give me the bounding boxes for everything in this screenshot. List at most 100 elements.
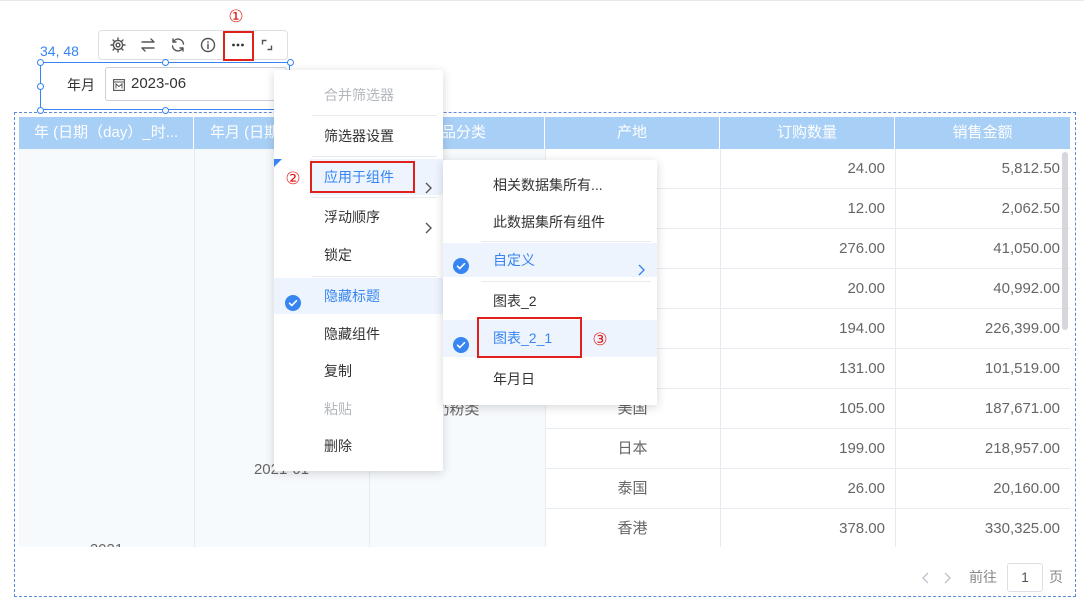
filter-title: 年月	[67, 77, 95, 93]
quantity-cell: 276.00	[839, 240, 885, 257]
quantity-cell: 131.00	[839, 360, 885, 377]
amount-cell: 40,992.00	[993, 280, 1060, 297]
component-toolbar	[98, 30, 288, 60]
check-icon	[285, 288, 301, 311]
menu-item-label: 粘贴	[324, 401, 352, 417]
info-icon[interactable]	[197, 34, 219, 56]
collapse-icon[interactable]	[256, 34, 278, 56]
menu-item-lock[interactable]: 锁定	[274, 237, 443, 273]
annotation-step-1: ①	[228, 7, 244, 26]
menu-item-label: 复制	[324, 363, 352, 379]
menu-item-delete[interactable]: 删除	[274, 428, 443, 464]
page-unit-label: 页	[1049, 569, 1063, 585]
quantity-cell: 378.00	[839, 520, 885, 537]
amount-cell: 226,399.00	[984, 320, 1060, 337]
menu-item-hide-component[interactable]: 隐藏组件	[274, 316, 443, 352]
header-label: 年月 (日期	[210, 124, 280, 141]
highlight-box-apply-to-components	[310, 161, 415, 193]
table-header-quantity[interactable]: 订购数量	[720, 117, 895, 149]
chevron-right-icon	[637, 254, 645, 276]
chevron-right-icon	[424, 171, 432, 194]
menu-item-label: 合并筛选器	[324, 87, 394, 103]
submenu-item-year-month-day[interactable]: 年月日	[443, 361, 657, 397]
refresh-icon[interactable]	[167, 34, 189, 56]
menu-item-label: 锁定	[324, 247, 352, 263]
table-row[interactable]: 泰国 26.00 20,160.00	[545, 469, 1070, 509]
menu-item-label: 自定义	[493, 252, 535, 268]
header-label: 品分类	[441, 124, 487, 141]
header-label: 销售金额	[952, 124, 1013, 141]
header-label: 年 (日期（day）_时...	[34, 124, 179, 141]
menu-divider	[481, 281, 651, 282]
prev-page-icon[interactable]	[921, 571, 931, 584]
resize-handle[interactable]	[37, 107, 44, 114]
menu-item-paste: 粘贴	[274, 391, 443, 427]
resize-handle[interactable]	[37, 59, 44, 66]
chevron-right-icon	[424, 211, 432, 234]
menu-item-filter-settings[interactable]: 筛选器设置	[274, 118, 443, 154]
vertical-scrollbar[interactable]	[1062, 152, 1068, 330]
check-icon	[453, 330, 469, 353]
goto-label: 前往	[969, 569, 997, 585]
amount-cell: 2,062.50	[1001, 200, 1060, 217]
annotation-step-2: ②	[285, 169, 301, 188]
gear-icon[interactable]	[107, 34, 129, 56]
submenu-item-related-dataset[interactable]: 相关数据集所有...	[443, 167, 657, 203]
menu-item-label: 隐藏标题	[324, 288, 380, 304]
quantity-cell: 199.00	[839, 440, 885, 457]
menu-divider	[312, 115, 437, 116]
menu-divider	[312, 156, 437, 157]
resize-handle[interactable]	[287, 59, 294, 66]
resize-handle[interactable]	[162, 59, 169, 66]
menu-item-label: 图表_2	[493, 293, 537, 309]
menu-item-label: 筛选器设置	[324, 128, 394, 144]
amount-cell: 101,519.00	[984, 360, 1060, 377]
menu-item-float-order[interactable]: 浮动顺序	[274, 199, 443, 235]
table-header-amount[interactable]: 销售金额	[895, 117, 1070, 149]
quantity-cell: 194.00	[839, 320, 885, 337]
resize-handle[interactable]	[162, 107, 169, 114]
menu-item-label: 年月日	[493, 371, 535, 387]
amount-cell: 187,671.00	[984, 400, 1060, 417]
amount-cell: 330,325.00	[984, 520, 1060, 537]
context-menu: 合并筛选器 筛选器设置 应用于组件 浮动顺序 锁定 隐藏标题 隐藏组件 复制 粘…	[274, 70, 443, 471]
submenu-item-chart-2[interactable]: 图表_2	[443, 283, 657, 319]
origin-cell: 泰国	[617, 480, 648, 497]
header-label: 产地	[616, 124, 647, 141]
top-border	[0, 0, 1084, 1]
quantity-cell: 12.00	[847, 200, 885, 217]
annotation-step-3: ③	[592, 330, 608, 349]
menu-item-copy[interactable]: 复制	[274, 353, 443, 389]
menu-divider	[312, 197, 437, 198]
amount-cell: 20,160.00	[993, 480, 1060, 497]
origin-cell: 日本	[617, 440, 648, 457]
submenu-item-custom[interactable]: 自定义	[443, 243, 657, 277]
quantity-cell: 26.00	[847, 480, 885, 497]
menu-item-label: 浮动顺序	[324, 209, 380, 225]
date-filter-component[interactable]: 年月 2023-06	[40, 62, 290, 110]
page-number-input[interactable]: 1	[1007, 563, 1043, 592]
menu-item-label: 隐藏组件	[324, 326, 380, 342]
quantity-cell: 20.00	[847, 280, 885, 297]
menu-item-label: 删除	[324, 438, 352, 454]
table-header-origin[interactable]: 产地	[545, 117, 720, 149]
menu-item-hide-title[interactable]: 隐藏标题	[274, 278, 443, 314]
highlight-box-chart-2-1	[477, 317, 582, 358]
table-row[interactable]: 日本 199.00 218,957.00	[545, 429, 1070, 469]
column-divider	[194, 149, 195, 547]
next-page-icon[interactable]	[942, 571, 952, 584]
menu-item-merge-filter: 合并筛选器	[274, 77, 443, 113]
header-label: 订购数量	[776, 124, 837, 141]
swap-icon[interactable]	[137, 34, 159, 56]
date-value: 2023-06	[131, 75, 187, 92]
submenu-item-this-dataset[interactable]: 此数据集所有组件	[443, 204, 657, 240]
amount-cell: 41,050.00	[993, 240, 1060, 257]
menu-item-label: 此数据集所有组件	[493, 214, 605, 230]
resize-handle[interactable]	[37, 83, 44, 90]
highlight-box-more	[223, 31, 254, 61]
table-header-year[interactable]: 年 (日期（day）_时...	[19, 117, 194, 149]
table-row[interactable]: 香港 378.00 330,325.00	[545, 509, 1070, 547]
position-label: 34, 48	[40, 43, 79, 59]
date-picker-input[interactable]: 2023-06	[105, 67, 287, 101]
amount-cell: 5,812.50	[1001, 160, 1060, 177]
